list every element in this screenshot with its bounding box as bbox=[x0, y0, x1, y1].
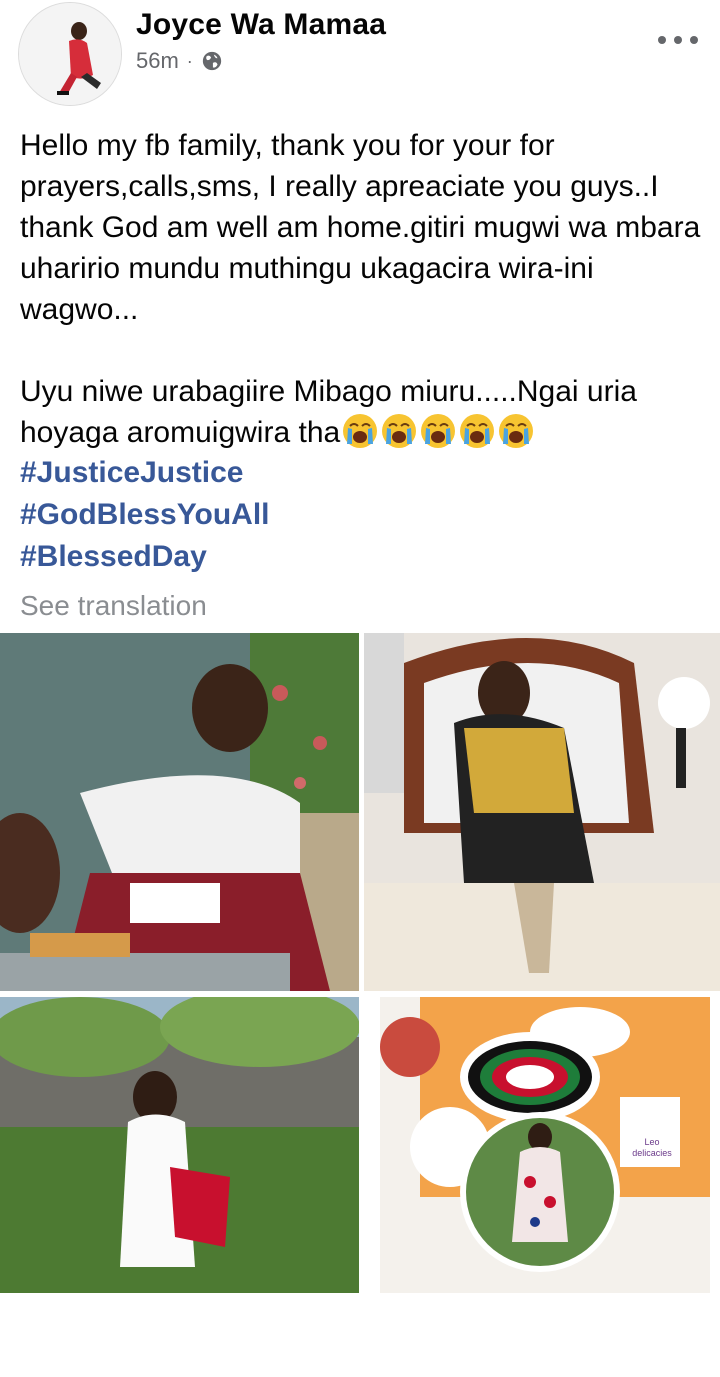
more-options-icon[interactable] bbox=[658, 30, 698, 50]
loudly-crying-face-icon bbox=[343, 414, 378, 448]
post-paragraph-1: Hello my fb family, thank you for your f… bbox=[20, 129, 701, 326]
loudly-crying-face-icon bbox=[421, 414, 456, 448]
author-name[interactable]: Joyce Wa Mamaa bbox=[136, 8, 386, 42]
hashtag-link[interactable]: #GodBlessYouAll bbox=[20, 494, 270, 536]
post-photo-cake-collage[interactable]: Leo delicacies bbox=[380, 997, 710, 1293]
loudly-crying-face-icon bbox=[382, 414, 417, 448]
sticker-text: Leo delicacies bbox=[632, 1137, 672, 1158]
post-photo-serving-food[interactable] bbox=[0, 633, 359, 991]
loudly-crying-face-icon bbox=[499, 414, 534, 448]
hashtag-link[interactable]: #JusticeJustice bbox=[20, 452, 270, 494]
post-photo-garden[interactable] bbox=[0, 997, 359, 1293]
globe-icon bbox=[202, 51, 221, 71]
post-body: Hello my fb family, thank you for your f… bbox=[20, 125, 710, 453]
author-avatar[interactable] bbox=[18, 2, 122, 106]
post-paragraph-2: Uyu niwe urabagiire Mibago miuru.....Nga… bbox=[20, 371, 710, 453]
meta-separator: · bbox=[186, 50, 193, 71]
loudly-crying-face-icon bbox=[460, 414, 495, 448]
post-photo-sitting-chair[interactable] bbox=[364, 633, 720, 991]
see-translation-link[interactable]: See translation bbox=[20, 590, 207, 622]
emoji-row bbox=[340, 414, 535, 449]
post-meta: 56m · bbox=[136, 48, 223, 74]
post-time[interactable]: 56m bbox=[136, 48, 179, 74]
post-paragraph-2-text: Uyu niwe urabagiire Mibago miuru.....Nga… bbox=[20, 375, 637, 449]
post-header: Joyce Wa Mamaa 56m · bbox=[0, 0, 720, 106]
hashtag-list: #JusticeJustice #GodBlessYouAll #Blessed… bbox=[20, 452, 270, 578]
hashtag-link[interactable]: #BlessedDay bbox=[20, 536, 270, 578]
